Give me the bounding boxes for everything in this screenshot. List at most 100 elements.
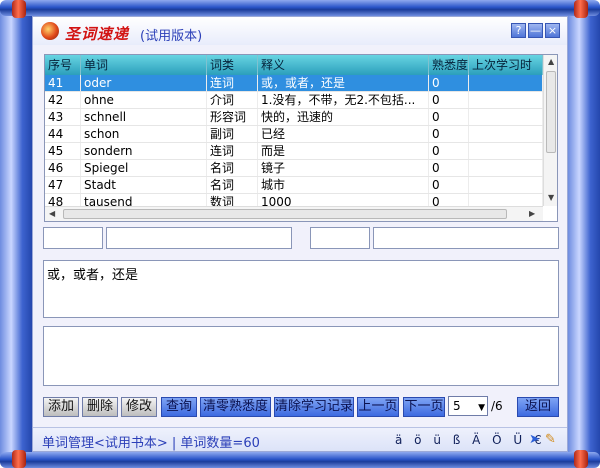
cell-id: 47 [45, 177, 81, 193]
clear-history-button[interactable]: 清除学习记录 [274, 397, 354, 417]
cell-pos: 连词 [207, 143, 258, 159]
cell-id: 46 [45, 160, 81, 176]
cell-familiarity: 0 [429, 92, 469, 108]
cell-last-study [469, 109, 543, 125]
cell-familiarity: 0 [429, 143, 469, 159]
table-row[interactable]: 47 Stadt 名词 城市 0 [45, 177, 543, 194]
table-row[interactable]: 41 oder 连词 或，或者，还是 0 [45, 75, 543, 92]
word-table: 序号 单词 词类 释义 熟悉度 上次学习时 41 oder 连词 或，或者，还是… [44, 54, 558, 222]
cell-id: 41 [45, 75, 81, 91]
cell-pos: 副词 [207, 126, 258, 142]
table-row[interactable]: 44 schon 副词 已经 0 [45, 126, 543, 143]
cell-pos: 名词 [207, 177, 258, 193]
cell-word: oder [81, 75, 207, 91]
scroll-right-icon[interactable]: ▶ [529, 209, 535, 218]
horizontal-scroll-thumb[interactable] [63, 209, 507, 219]
cell-word: schon [81, 126, 207, 142]
back-button[interactable]: 返回 [517, 397, 559, 417]
knob-bottom-right [574, 450, 588, 468]
table-row[interactable]: 43 schnell 形容词 快的，迅速的 0 [45, 109, 543, 126]
familiarity-field[interactable] [373, 227, 559, 249]
col-header-id[interactable]: 序号 [45, 55, 81, 75]
cell-meaning: 镜子 [258, 160, 429, 176]
cell-word: sondern [81, 143, 207, 159]
cell-last-study [469, 126, 543, 142]
table-vertical-scrollbar[interactable]: ▲ ▼ [543, 55, 557, 206]
left-scroll-rod [0, 8, 32, 460]
cell-familiarity: 0 [429, 160, 469, 176]
app-logo-icon [41, 22, 59, 40]
scroll-left-icon[interactable]: ◀ [49, 209, 55, 218]
cell-familiarity: 0 [429, 109, 469, 125]
prev-page-button[interactable]: 上一页 [357, 397, 399, 417]
status-bar: 单词管理<试用书本> | 单词数量=60 ä ö ü ß Ä Ö Ü € ➤ ✎ [33, 427, 567, 451]
next-page-button[interactable]: 下一页 [403, 397, 445, 417]
table-row[interactable]: 42 ohne 介词 1.没有，不带，无2.不包括... 0 [45, 92, 543, 109]
chevron-down-icon[interactable]: ▼ [478, 399, 485, 417]
clear-familiarity-button[interactable]: 清零熟悉度 [200, 397, 271, 417]
title-bar: 圣词速递 (试用版本) ? — × [33, 17, 567, 45]
cell-word: ohne [81, 92, 207, 108]
arrow-right-icon[interactable]: ➤ [529, 432, 540, 447]
edit-note-icon[interactable]: ✎ [545, 432, 556, 447]
top-scroll-rod [0, 0, 600, 16]
cell-last-study [469, 160, 543, 176]
table-horizontal-scrollbar[interactable]: ◀ ▶ [45, 206, 543, 221]
cell-familiarity: 0 [429, 126, 469, 142]
edition-label: (试用版本) [140, 29, 203, 44]
delete-button[interactable]: 删除 [82, 397, 118, 417]
page-select-value: 5 [453, 399, 461, 413]
col-header-familiarity[interactable]: 熟悉度 [429, 55, 469, 75]
minimize-button[interactable]: — [528, 23, 543, 38]
cell-meaning: 或，或者，还是 [258, 75, 429, 91]
right-scroll-rod [568, 8, 600, 460]
cell-word: Stadt [81, 177, 207, 193]
example-textarea[interactable] [43, 326, 559, 386]
cell-last-study [469, 92, 543, 108]
col-header-word[interactable]: 单词 [81, 55, 207, 75]
cell-word: schnell [81, 109, 207, 125]
knob-top-left [12, 0, 26, 18]
close-button[interactable]: × [545, 23, 560, 38]
knob-bottom-left [12, 450, 26, 468]
table-row[interactable]: 46 Spiegel 名词 镜子 0 [45, 160, 543, 177]
cell-id: 43 [45, 109, 81, 125]
id-field[interactable] [43, 227, 103, 249]
word-field[interactable] [106, 227, 292, 249]
query-button[interactable]: 查询 [161, 397, 197, 417]
cell-familiarity: 0 [429, 75, 469, 91]
cell-word: Spiegel [81, 160, 207, 176]
cell-id: 44 [45, 126, 81, 142]
cell-meaning: 1.没有，不带，无2.不包括... [258, 92, 429, 108]
table-row[interactable]: 45 sondern 连词 而是 0 [45, 143, 543, 160]
cell-pos: 形容词 [207, 109, 258, 125]
status-text: 单词管理<试用书本> | 单词数量=60 [42, 436, 260, 451]
page-total: /6 [491, 399, 503, 413]
page-select[interactable]: 5 ▼ [448, 396, 488, 416]
add-button[interactable]: 添加 [43, 397, 79, 417]
scroll-up-icon[interactable]: ▲ [548, 57, 554, 66]
help-button[interactable]: ? [511, 23, 526, 38]
scroll-down-icon[interactable]: ▼ [548, 193, 554, 202]
cell-pos: 连词 [207, 75, 258, 91]
cell-familiarity: 0 [429, 177, 469, 193]
col-header-meaning[interactable]: 释义 [258, 55, 429, 75]
col-header-pos[interactable]: 词类 [207, 55, 258, 75]
pos-field[interactable] [310, 227, 370, 249]
bottom-scroll-rod [0, 452, 600, 468]
cell-meaning: 快的，迅速的 [258, 109, 429, 125]
meaning-textarea[interactable]: 或，或者，还是 [43, 260, 559, 318]
vertical-scroll-thumb[interactable] [546, 71, 556, 153]
cell-last-study [469, 143, 543, 159]
edit-button[interactable]: 修改 [121, 397, 157, 417]
table-header: 序号 单词 词类 释义 熟悉度 上次学习时 [45, 55, 543, 75]
cell-meaning: 城市 [258, 177, 429, 193]
umlaut-keys[interactable]: ä ö ü ß Ä Ö Ü € [395, 433, 546, 447]
main-window: 圣词速递 (试用版本) ? — × 序号 单词 词类 释义 熟悉度 上次学习时 … [32, 16, 568, 452]
cell-pos: 介词 [207, 92, 258, 108]
col-header-last-study[interactable]: 上次学习时 [469, 55, 543, 75]
cell-id: 42 [45, 92, 81, 108]
cell-meaning: 而是 [258, 143, 429, 159]
cell-last-study [469, 75, 543, 91]
table-body: 41 oder 连词 或，或者，还是 0 42 ohne 介词 1.没有，不带，… [45, 75, 543, 211]
